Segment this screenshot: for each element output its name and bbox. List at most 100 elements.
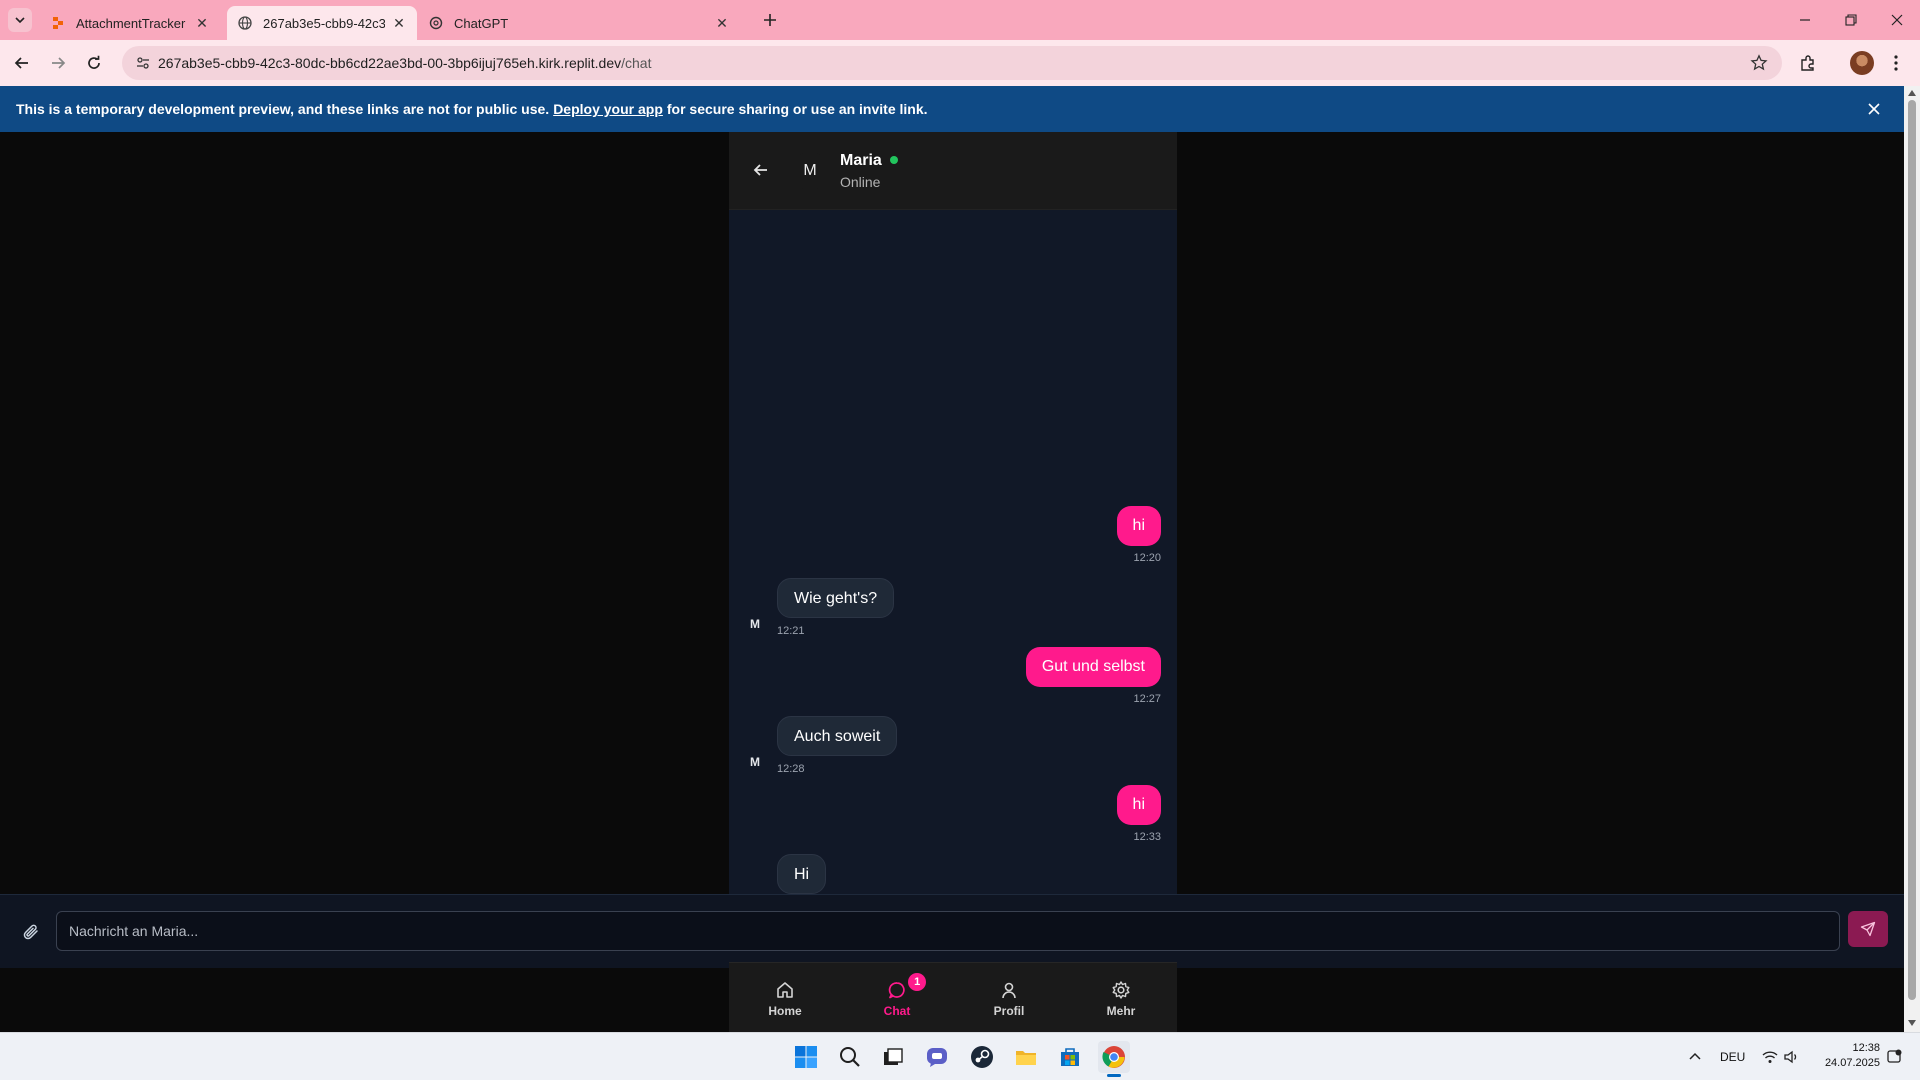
reload-button[interactable] <box>80 49 108 77</box>
puzzle-icon <box>1801 55 1814 71</box>
nav-label: Profil <box>993 1003 1025 1018</box>
notification-icon[interactable] <box>1886 1033 1902 1080</box>
browser-tab-bar: AttachmentTracker - Replit ✕ 267ab3e5-cb… <box>0 0 1920 40</box>
close-icon <box>1891 14 1903 26</box>
contact-status: Online <box>840 174 881 190</box>
scroll-up-arrow-icon[interactable] <box>1907 88 1917 98</box>
chat-panel: M Maria Online hi 12:20 Wie geht's? M 12… <box>729 132 1177 894</box>
sender-avatar: M <box>750 755 760 769</box>
nav-profil[interactable]: Profil <box>953 963 1065 1032</box>
plus-icon <box>764 14 776 26</box>
bookmark-star-icon[interactable] <box>1750 54 1768 77</box>
gear-icon <box>1109 978 1133 1002</box>
dev-preview-banner: This is a temporary development preview,… <box>0 86 1904 132</box>
microsoft-store-icon[interactable] <box>1054 1041 1086 1073</box>
reload-icon <box>88 55 100 69</box>
message-time: 12:21 <box>777 625 805 637</box>
site-info-icon[interactable] <box>128 55 158 71</box>
tab-title: AttachmentTracker - Replit <box>76 15 188 31</box>
wifi-icon[interactable] <box>1762 1033 1778 1080</box>
page-scrollbar[interactable] <box>1904 86 1920 1032</box>
deploy-link[interactable]: Deploy your app <box>553 101 663 117</box>
new-tab-button[interactable] <box>758 8 782 32</box>
paperclip-icon <box>23 924 38 940</box>
tab-attachmenttracker[interactable]: AttachmentTracker - Replit ✕ <box>40 6 220 40</box>
sender-avatar: M <box>750 617 760 631</box>
arrow-left-icon <box>753 164 767 176</box>
minimize-button[interactable] <box>1782 0 1828 40</box>
message-outgoing[interactable]: hi <box>1116 785 1161 825</box>
message-incoming[interactable]: Hi <box>777 854 827 894</box>
attach-button[interactable] <box>20 921 42 943</box>
message-time: 12:28 <box>777 763 805 775</box>
extensions-button[interactable] <box>1794 49 1822 77</box>
steam-icon[interactable] <box>966 1041 998 1073</box>
volume-icon[interactable] <box>1784 1033 1800 1080</box>
back-button[interactable] <box>8 49 36 77</box>
message-incoming[interactable]: Auch soweit <box>777 716 898 756</box>
address-bar[interactable]: 267ab3e5-cbb9-42c3-80dc-bb6cd22ae3bd-00-… <box>122 46 1782 80</box>
app-viewport: M Maria Online hi 12:20 Wie geht's? M 12… <box>0 132 1904 1032</box>
scroll-thumb[interactable] <box>1908 100 1916 1000</box>
message-composer <box>0 894 1904 968</box>
message-input[interactable] <box>56 911 1840 951</box>
tab-chatgpt[interactable]: ChatGPT ✕ <box>418 6 740 40</box>
chrome-icon[interactable] <box>1098 1041 1130 1077</box>
restore-icon <box>1845 14 1857 26</box>
nav-home[interactable]: Home <box>729 963 841 1032</box>
close-window-button[interactable] <box>1874 0 1920 40</box>
close-tab-icon[interactable]: ✕ <box>714 15 730 31</box>
send-button[interactable] <box>1848 911 1888 947</box>
browser-menu-button[interactable] <box>1882 49 1910 77</box>
close-tab-icon[interactable]: ✕ <box>391 15 407 31</box>
minimize-icon <box>1800 19 1810 21</box>
chat-icon <box>885 978 909 1002</box>
close-tab-icon[interactable]: ✕ <box>194 15 210 31</box>
profile-avatar[interactable] <box>1850 51 1874 75</box>
home-icon <box>773 978 797 1002</box>
forward-button[interactable] <box>44 49 72 77</box>
browser-toolbar: 267ab3e5-cbb9-42c3-80dc-bb6cd22ae3bd-00-… <box>0 40 1920 86</box>
user-icon <box>997 978 1021 1002</box>
nav-chat[interactable]: 1 Chat <box>841 963 953 1032</box>
clock-time: 12:38 <box>1852 1042 1880 1054</box>
nav-label: Home <box>768 1003 802 1018</box>
arrow-left-icon <box>14 57 28 69</box>
tray-overflow-icon[interactable] <box>1688 1033 1702 1080</box>
windows-start-icon[interactable] <box>790 1041 822 1073</box>
unread-badge: 1 <box>908 973 927 991</box>
search-icon[interactable] <box>834 1041 866 1073</box>
message-time: 12:27 <box>1133 693 1161 705</box>
url-path: /chat <box>621 55 652 71</box>
url-text: 267ab3e5-cbb9-42c3-80dc-bb6cd22ae3bd-00-… <box>158 55 651 71</box>
back-button[interactable] <box>751 160 771 180</box>
chevron-down-icon <box>15 17 25 24</box>
task-view-icon[interactable] <box>877 1041 909 1073</box>
tab-title: ChatGPT <box>454 15 509 31</box>
tab-replit-dev[interactable]: 267ab3e5-cbb9-42c3-80dc-bb6 ✕ <box>227 6 417 40</box>
banner-text-after: for secure sharing or use an invite link… <box>666 101 928 117</box>
message-time: 12:20 <box>1133 552 1161 564</box>
system-clock[interactable]: 12:38 24.07.2025 <box>1812 1041 1880 1071</box>
nav-label: Mehr <box>1106 1003 1136 1018</box>
bottom-navigation: Home 1 Chat Profil Mehr <box>729 962 1177 1032</box>
file-explorer-icon[interactable] <box>1010 1041 1042 1073</box>
scroll-down-arrow-icon[interactable] <box>1907 1018 1917 1028</box>
tab-title: 267ab3e5-cbb9-42c3-80dc-bb6 <box>263 15 385 31</box>
input-language[interactable]: DEU <box>1720 1033 1745 1080</box>
message-incoming[interactable]: Wie geht's? <box>777 578 895 618</box>
send-icon <box>1860 921 1876 937</box>
banner-close-button[interactable] <box>1864 99 1884 119</box>
globe-icon <box>237 15 253 31</box>
teams-chat-icon[interactable] <box>921 1041 953 1073</box>
clock-date: 24.07.2025 <box>1824 1057 1880 1069</box>
restore-button[interactable] <box>1828 0 1874 40</box>
nav-mehr[interactable]: Mehr <box>1065 963 1177 1032</box>
tab-search-button[interactable] <box>8 8 32 32</box>
message-outgoing[interactable]: Gut und selbst <box>1025 647 1161 687</box>
contact-avatar[interactable]: M <box>791 152 829 190</box>
replit-icon <box>50 15 66 31</box>
message-outgoing[interactable]: hi <box>1116 506 1161 546</box>
online-indicator <box>890 156 898 164</box>
banner-text: This is a temporary development preview,… <box>16 101 550 117</box>
